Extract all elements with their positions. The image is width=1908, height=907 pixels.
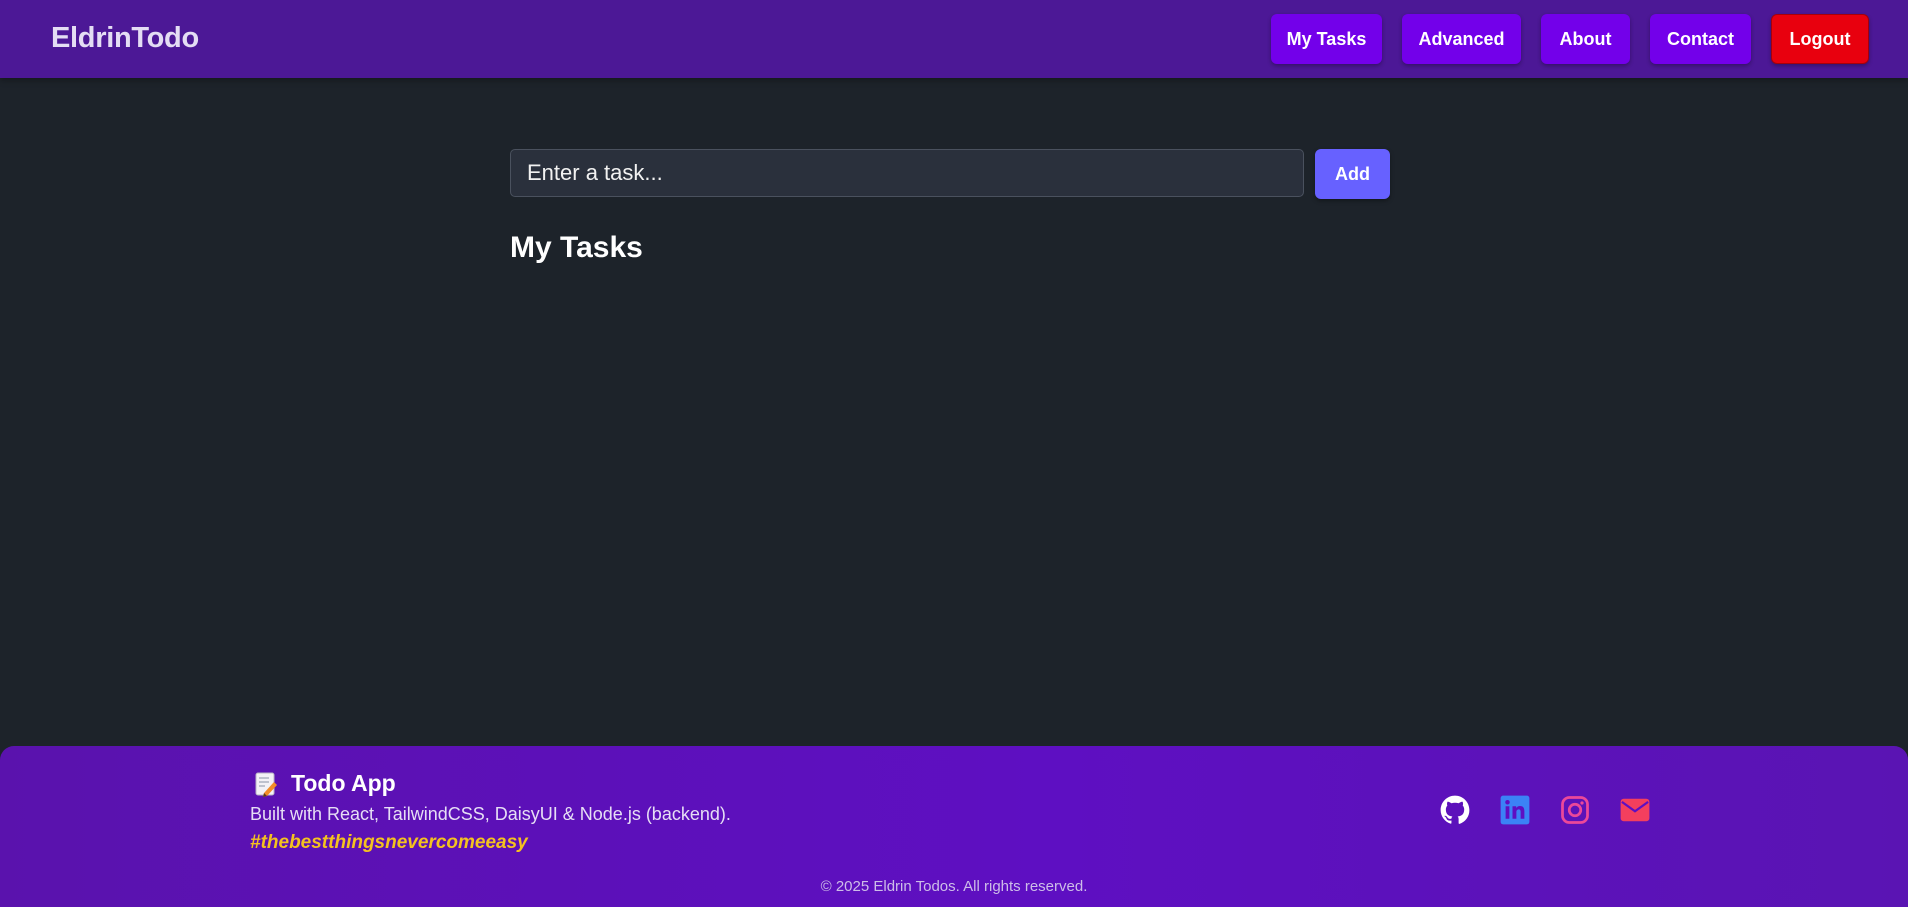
footer-brand: Todo App: [255, 770, 396, 797]
brand-logo[interactable]: EldrinTodo: [51, 22, 199, 55]
nav-contact-button[interactable]: Contact: [1650, 14, 1751, 64]
main-content: Add My Tasks: [0, 78, 1908, 746]
section-title: My Tasks: [510, 231, 643, 264]
nav-about-button[interactable]: About: [1541, 14, 1630, 64]
instagram-icon[interactable]: [1560, 795, 1590, 825]
email-icon[interactable]: [1620, 795, 1650, 825]
nav-my-tasks-button[interactable]: My Tasks: [1271, 14, 1382, 64]
footer-description: Built with React, TailwindCSS, DaisyUI &…: [250, 804, 731, 824]
memo-icon: [255, 771, 277, 797]
linkedin-icon[interactable]: [1500, 795, 1530, 825]
footer-title: Todo App: [291, 770, 396, 796]
footer-tagline: #thebestthingsnevercomeeasy: [250, 832, 528, 853]
nav-advanced-button[interactable]: Advanced: [1402, 14, 1521, 64]
task-input[interactable]: [510, 149, 1304, 197]
logout-button[interactable]: Logout: [1771, 14, 1869, 64]
footer: Todo App Built with React, TailwindCSS, …: [0, 746, 1908, 907]
copyright-text: © 2025 Eldrin Todos. All rights reserved…: [820, 878, 1088, 895]
github-icon[interactable]: [1440, 795, 1470, 825]
add-task-button[interactable]: Add: [1315, 149, 1390, 199]
navbar: EldrinTodo My Tasks Advanced About Conta…: [0, 0, 1908, 78]
